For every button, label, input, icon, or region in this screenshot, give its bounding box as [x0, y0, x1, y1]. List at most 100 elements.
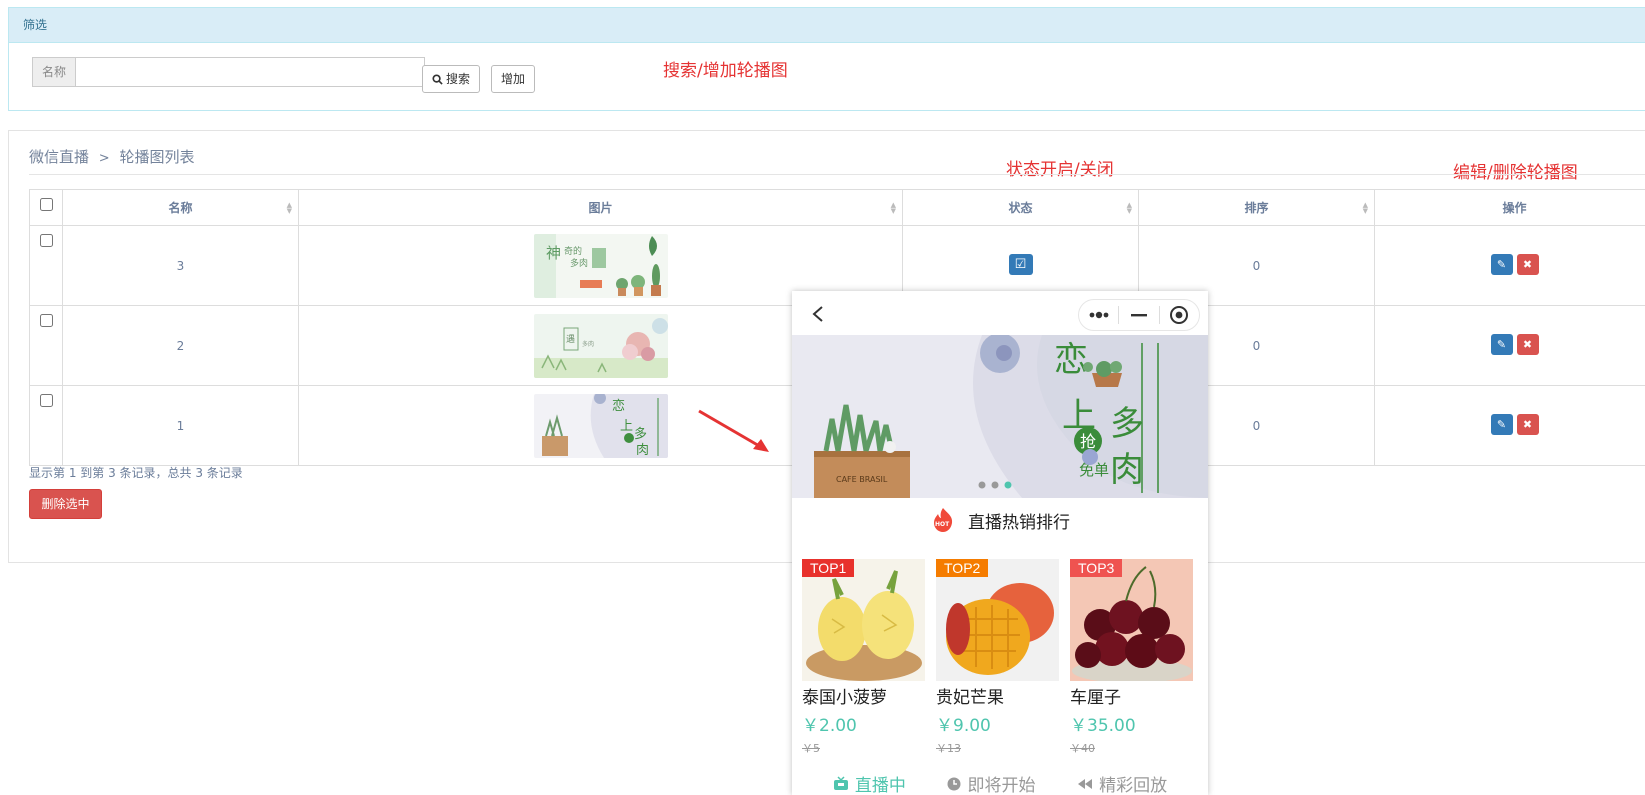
svg-text:恋: 恋 — [612, 398, 625, 414]
phone-nav-bar — [792, 291, 1208, 335]
product-price: ￥2.00 — [802, 716, 857, 736]
product-price: ￥35.00 — [1070, 716, 1136, 736]
row-name: 1 — [62, 385, 299, 466]
tab-upcoming[interactable]: 即将开始 — [947, 771, 1035, 795]
product-original-price: ￥40 — [1070, 742, 1095, 755]
close-icon: ✖ — [1522, 337, 1533, 351]
filter-title: 筛选 — [9, 8, 1645, 43]
banner-thumbnail-succulent-green: 神 奇的 多肉 — [533, 233, 668, 298]
row-actions-cell: ✎ ✖ — [1374, 305, 1645, 386]
carousel-dot-active[interactable] — [1004, 481, 1012, 489]
tab-replay[interactable]: 精彩回放 — [1077, 771, 1167, 795]
row-name: 2 — [62, 305, 299, 386]
banner-text-line3: 多 — [1110, 404, 1144, 444]
select-all-cell — [29, 189, 63, 226]
svg-text:奇的: 奇的 — [564, 245, 582, 257]
edit-icon: ✎ — [1496, 257, 1507, 271]
product-name: 车厘子 — [1070, 688, 1121, 708]
tab-live-now[interactable]: 直播中 — [833, 771, 906, 795]
tv-icon — [833, 776, 848, 790]
row-actions-cell: ✎ ✖ — [1374, 225, 1645, 306]
delete-button[interactable]: ✖ — [1516, 413, 1539, 435]
annotation-arrow-icon — [698, 409, 769, 452]
more-dots-icon[interactable] — [1079, 300, 1118, 330]
column-header-image[interactable]: 图片 ▲ ▼ — [298, 189, 903, 226]
column-header-status[interactable]: 状态 ▲ ▼ — [902, 189, 1139, 226]
rewind-icon — [1078, 778, 1093, 789]
edit-button[interactable]: ✎ — [1490, 413, 1513, 435]
breadcrumb-divider — [29, 174, 1645, 175]
column-header-actions: 操作 — [1374, 189, 1645, 226]
svg-text:HOT: HOT — [935, 521, 950, 528]
product-original-price: ￥13 — [936, 742, 961, 755]
back-arrow-icon[interactable] — [811, 305, 825, 323]
row-name: 3 — [62, 225, 299, 306]
breadcrumb: 微信直播 > 轮播图列表 — [29, 146, 195, 167]
svg-text:肉: 肉 — [636, 443, 649, 458]
mini-program-preview: CAFE BRASIL 恋 上 多 肉 抢 免单 HOT 直播热销排行 TOP1… — [792, 291, 1208, 795]
product-image-cherries: TOP3 — [1070, 559, 1193, 683]
breadcrumb-parent[interactable]: 微信直播 — [29, 148, 89, 166]
name-input[interactable] — [75, 57, 425, 87]
row-select-cell — [29, 305, 63, 386]
svg-text:多: 多 — [634, 426, 647, 442]
edit-button[interactable]: ✎ — [1490, 333, 1513, 355]
row-checkbox[interactable] — [39, 394, 53, 407]
minimize-icon[interactable] — [1119, 300, 1158, 330]
banner-text-line1: 恋 — [1054, 340, 1088, 380]
rank-badge: TOP1 — [802, 559, 855, 577]
sort-icon: ▲ ▼ — [1126, 201, 1132, 215]
filter-panel: 筛选 名称 搜索 增加 — [8, 7, 1645, 111]
svg-text:多肉: 多肉 — [570, 257, 588, 269]
hot-sales-label: 直播热销排行 — [968, 512, 1070, 533]
select-all-checkbox[interactable] — [39, 198, 53, 211]
product-name: 贵妃芒果 — [936, 688, 1004, 708]
search-icon — [432, 73, 443, 85]
svg-text:上: 上 — [620, 419, 633, 434]
close-target-icon[interactable] — [1160, 300, 1199, 330]
column-header-name[interactable]: 名称 ▲ ▼ — [62, 189, 299, 226]
name-label: 名称 — [32, 57, 75, 87]
product-card[interactable]: TOP1 泰国小菠萝 ￥2.00 ￥5 — [802, 559, 925, 756]
svg-text:遇: 遇 — [566, 334, 575, 345]
svg-text:多肉: 多肉 — [582, 340, 594, 348]
delete-button[interactable]: ✖ — [1516, 253, 1539, 275]
status-toggle-button[interactable]: ☑ — [1008, 253, 1033, 275]
banner-thumbnail-succulent-crate: 恋 上 多 肉 — [533, 393, 668, 458]
product-image-pineapple: TOP1 — [802, 559, 925, 681]
row-checkbox[interactable] — [39, 314, 53, 327]
edit-button[interactable]: ✎ — [1490, 253, 1513, 275]
close-icon: ✖ — [1522, 257, 1533, 271]
product-original-price: ￥5 — [802, 742, 820, 755]
carousel-dot[interactable] — [978, 481, 986, 489]
search-button[interactable]: 搜索 — [422, 65, 481, 93]
delete-selected-button[interactable]: 删除选中 — [29, 489, 102, 519]
row-select-cell — [29, 385, 63, 466]
product-image-mango: TOP2 — [936, 559, 1059, 681]
sort-icon: ▲ ▼ — [1362, 201, 1368, 215]
banner-thumbnail-succulent-pastel: 遇 多肉 — [533, 313, 668, 378]
table-header-row: 名称 ▲ ▼ 图片 ▲ ▼ 状态 ▲ ▼ 排序 ▲ ▼ 操作 — [29, 189, 1645, 226]
edit-icon: ✎ — [1496, 417, 1507, 431]
carousel-banner[interactable]: CAFE BRASIL 恋 上 多 肉 抢 免单 — [792, 335, 1208, 498]
breadcrumb-current: 轮播图列表 — [119, 148, 195, 166]
capsule-menu — [1078, 299, 1200, 331]
product-card[interactable]: TOP3 车厘子 ￥35.00 ￥40 — [1070, 559, 1193, 756]
delete-button[interactable]: ✖ — [1516, 333, 1539, 355]
sort-icon: ▲ ▼ — [286, 201, 292, 215]
column-header-order[interactable]: 排序 ▲ ▼ — [1138, 189, 1375, 226]
live-status-tabs: 直播中 即将开始 精彩回放 — [792, 771, 1208, 795]
add-button[interactable]: 增加 — [491, 65, 536, 93]
row-select-cell — [29, 225, 63, 306]
search-button-label: 搜索 — [446, 72, 471, 86]
row-checkbox[interactable] — [39, 234, 53, 247]
rank-badge: TOP3 — [1070, 559, 1123, 577]
product-card[interactable]: TOP2 贵妃芒果 ￥9.00 ￥13 — [936, 559, 1059, 756]
breadcrumb-separator: > — [98, 151, 110, 166]
annotation-search-add: 搜索/增加轮播图 — [663, 61, 788, 81]
svg-text:神: 神 — [546, 244, 561, 262]
product-name: 泰国小菠萝 — [802, 688, 887, 708]
carousel-dot[interactable] — [991, 481, 999, 489]
sort-icon: ▲ ▼ — [890, 201, 896, 215]
rank-badge: TOP2 — [936, 559, 989, 577]
